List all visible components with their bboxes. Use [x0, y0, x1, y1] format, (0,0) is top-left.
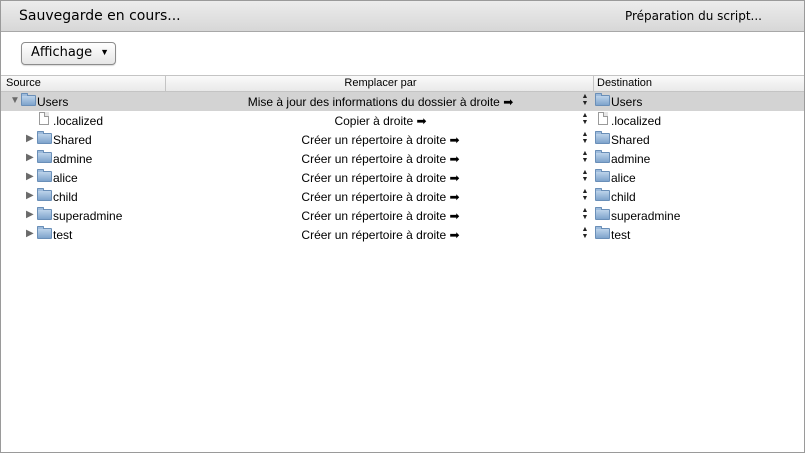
folder-icon — [37, 207, 52, 220]
disclosure-triangle-right-icon[interactable]: ▶ — [26, 228, 34, 239]
disclosure-triangle-right-icon[interactable]: ▶ — [26, 209, 34, 220]
stepper-arrows-icon[interactable]: ▲ ▼ — [581, 112, 589, 128]
view-popup-label: Affichage — [31, 45, 93, 60]
list-row[interactable]: ▶ alice Créer un répertoire à droite ➡ ▲ ▼ al… — [1, 168, 804, 187]
column-divider[interactable] — [165, 76, 166, 91]
folder-icon — [21, 93, 36, 106]
list-row[interactable]: .localized Copier à droite ➡ ▲ ▼ .localized — [1, 111, 804, 130]
column-source[interactable]: Source — [6, 77, 41, 89]
window-title: Sauvegarde en cours... — [19, 8, 181, 24]
folder-icon — [595, 188, 610, 201]
toolbar: Affichage ▼ — [1, 32, 804, 75]
folder-icon — [37, 226, 52, 239]
source-name: admine — [53, 152, 93, 166]
folder-icon — [595, 226, 610, 239]
source-name: alice — [53, 171, 78, 185]
disclosure-triangle-right-icon[interactable]: ▶ — [26, 152, 34, 163]
folder-icon — [37, 150, 52, 163]
list-row[interactable]: ▶ Shared Créer un répertoire à droite ➡ ▲ ▼ S… — [1, 130, 804, 149]
sync-list: ▼ Users Mise à jour des informations du do… — [1, 92, 804, 244]
folder-icon — [595, 150, 610, 163]
destination-name: .localized — [611, 114, 662, 128]
stepper-arrows-icon[interactable]: ▲ ▼ — [581, 207, 589, 223]
status-text: Préparation du script... — [624, 9, 762, 23]
folder-icon — [595, 207, 610, 220]
document-icon — [598, 112, 608, 125]
action-label: Créer un répertoire à droite ➡ — [301, 209, 460, 223]
disclosure-triangle-down-icon[interactable]: ▼ — [10, 95, 20, 106]
source-name: test — [53, 228, 73, 242]
list-row[interactable]: ▼ Users Mise à jour des informations du do… — [1, 92, 804, 111]
folder-icon — [37, 169, 52, 182]
destination-name: Users — [611, 95, 643, 109]
action-label: Créer un répertoire à droite ➡ — [301, 133, 460, 147]
source-name: Users — [37, 95, 69, 109]
stepper-arrows-icon[interactable]: ▲ ▼ — [581, 150, 589, 166]
stepper-arrows-icon[interactable]: ▲ ▼ — [581, 93, 589, 109]
list-row[interactable]: ▶ test Créer un répertoire à droite ➡ ▲ ▼ tes… — [1, 225, 804, 244]
column-divider[interactable] — [593, 76, 594, 91]
view-popup-button[interactable]: Affichage ▼ — [21, 42, 116, 65]
sync-window: Sauvegarde en cours... Préparation du sc… — [0, 0, 805, 453]
column-destination[interactable]: Destination — [597, 77, 652, 89]
folder-icon — [595, 169, 610, 182]
source-name: .localized — [53, 114, 104, 128]
action-label: Mise à jour des informations du dossier … — [247, 95, 514, 109]
stepper-arrows-icon[interactable]: ▲ ▼ — [581, 188, 589, 204]
folder-icon — [595, 93, 610, 106]
folder-icon — [595, 131, 610, 144]
stepper-arrows-icon[interactable]: ▲ ▼ — [581, 169, 589, 185]
window-header: Sauvegarde en cours... Préparation du sc… — [1, 1, 804, 32]
source-name: child — [53, 190, 78, 204]
column-header: Source Remplacer par Destination — [1, 75, 804, 92]
source-name: superadmine — [53, 209, 123, 223]
folder-icon — [37, 188, 52, 201]
stepper-arrows-icon[interactable]: ▲ ▼ — [581, 226, 589, 242]
destination-name: Shared — [611, 133, 650, 147]
folder-icon — [37, 131, 52, 144]
disclosure-triangle-right-icon[interactable]: ▶ — [26, 133, 34, 144]
document-icon — [39, 112, 49, 125]
chevron-down-icon: ▼ — [100, 47, 109, 57]
stepper-arrows-icon[interactable]: ▲ ▼ — [581, 131, 589, 147]
destination-name: child — [611, 190, 636, 204]
action-label: Créer un répertoire à droite ➡ — [301, 228, 460, 242]
list-row[interactable]: ▶ superadmine Créer un répertoire à droite… — [1, 206, 804, 225]
action-label: Créer un répertoire à droite ➡ — [301, 152, 460, 166]
list-row[interactable]: ▶ child Créer un répertoire à droite ➡ ▲ ▼ ch… — [1, 187, 804, 206]
destination-name: admine — [611, 152, 651, 166]
destination-name: alice — [611, 171, 636, 185]
destination-name: test — [611, 228, 631, 242]
list-row[interactable]: ▶ admine Créer un répertoire à droite ➡ ▲ ▼ a… — [1, 149, 804, 168]
disclosure-triangle-right-icon[interactable]: ▶ — [26, 190, 34, 201]
action-label: Créer un répertoire à droite ➡ — [301, 190, 460, 204]
action-label: Copier à droite ➡ — [334, 114, 427, 128]
column-action[interactable]: Remplacer par — [168, 77, 593, 89]
disclosure-triangle-right-icon[interactable]: ▶ — [26, 171, 34, 182]
source-name: Shared — [53, 133, 92, 147]
action-label: Créer un répertoire à droite ➡ — [301, 171, 460, 185]
destination-name: superadmine — [611, 209, 681, 223]
